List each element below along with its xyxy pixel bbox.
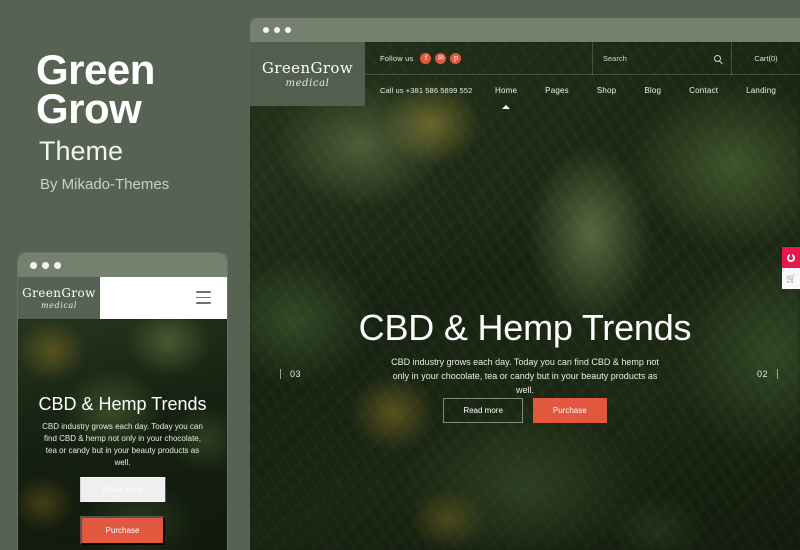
pinterest-icon[interactable]: p — [450, 52, 462, 64]
nav-item-pages[interactable]: Pages — [531, 86, 583, 95]
slider-next-indicator[interactable]: 02 — [757, 369, 778, 379]
mobile-title-bar — [18, 253, 227, 277]
mobile-viewport: CBD & Hemp Trends CBD industry grows eac… — [18, 319, 227, 550]
mobile-site-logo[interactable]: GreenGrow medical — [18, 277, 100, 319]
promo-subtitle: Theme — [39, 136, 124, 166]
cart-button[interactable]: Cart(0) — [732, 42, 800, 75]
target-glyph — [787, 252, 795, 262]
hero-title: CBD & Hemp Trends — [358, 307, 692, 348]
mobile-site-header: GreenGrow medical — [18, 277, 227, 319]
close-dot-icon[interactable] — [263, 27, 269, 33]
mobile-maximize-dot-icon[interactable] — [54, 262, 61, 269]
mobile-logo-main-text: GreenGrow — [22, 286, 96, 300]
promo-title-line1: Green — [36, 46, 155, 93]
twitter-icon[interactable]: ✉ — [435, 52, 447, 64]
logo-main-text: GreenGrow — [261, 59, 354, 77]
mobile-read-more-button[interactable]: Read more — [79, 477, 166, 502]
mobile-logo-sub-text: medical — [40, 301, 77, 310]
hero-overlay — [250, 42, 800, 550]
main-navigation: Home Pages Shop Blog Contact Landing — [481, 86, 790, 95]
nav-item-landing[interactable]: Landing — [732, 86, 790, 95]
mobile-window-controls[interactable] — [30, 262, 61, 269]
page-title: Green Grow — [36, 46, 246, 132]
target-icon[interactable] — [782, 247, 800, 268]
mobile-hero-description: CBD industry grows each day. Today you c… — [42, 422, 203, 467]
promo-title-line2: Grow — [36, 85, 142, 132]
read-more-button[interactable]: Read more — [443, 398, 523, 423]
search-icon[interactable] — [714, 55, 721, 62]
hero-actions: Read more Purchase — [250, 398, 800, 423]
mobile-close-dot-icon[interactable] — [30, 262, 37, 269]
window-controls[interactable] — [263, 27, 291, 33]
desktop-viewport: GreenGrow medical Follow us f ✉ p Search — [250, 42, 800, 550]
minimize-dot-icon[interactable] — [274, 27, 280, 33]
mobile-preview-window: GreenGrow medical CBD & Hemp Trends CBD … — [18, 253, 227, 550]
maximize-dot-icon[interactable] — [285, 27, 291, 33]
header-top-row: Follow us f ✉ p Search Cart(0) — [365, 42, 800, 75]
cart-glyph: 🛒 — [786, 273, 796, 283]
browser-title-bar — [250, 18, 800, 42]
purchase-button[interactable]: Purchase — [532, 398, 607, 423]
promo-byline: By Mikado-Themes — [40, 176, 170, 193]
nav-item-home[interactable]: Home — [481, 86, 531, 95]
mobile-purchase-button[interactable]: Purchase — [79, 516, 166, 545]
phone-number: Call us +381 586 5899 552 — [380, 86, 473, 95]
site-header: GreenGrow medical Follow us f ✉ p Search — [250, 42, 800, 106]
header-nav-row: Call us +381 586 5899 552 Home Pages Sho… — [365, 75, 800, 106]
slider-prev-indicator[interactable]: 03 — [280, 369, 301, 379]
nav-item-shop[interactable]: Shop — [583, 86, 630, 95]
cart-label: Cart(0) — [754, 54, 778, 63]
site-logo[interactable]: GreenGrow medical — [250, 42, 365, 106]
hamburger-menu-icon[interactable] — [196, 291, 211, 304]
cart-icon[interactable]: 🛒 — [782, 268, 800, 289]
search-placeholder: Search — [603, 54, 627, 63]
logo-sub-text: medical — [285, 78, 330, 89]
mobile-minimize-dot-icon[interactable] — [42, 262, 49, 269]
search-input[interactable]: Search — [592, 42, 732, 75]
floating-side-widgets: 🛒 — [782, 247, 800, 289]
follow-us-label: Follow us — [380, 53, 414, 63]
nav-item-contact[interactable]: Contact — [675, 86, 732, 95]
hero-description: CBD industry grows each day. Today you c… — [391, 357, 659, 395]
facebook-icon[interactable]: f — [420, 52, 432, 64]
mobile-hero-title: CBD & Hemp Trends — [38, 394, 207, 414]
nav-item-blog[interactable]: Blog — [630, 86, 675, 95]
social-links: f ✉ p — [420, 52, 462, 64]
screenshot-stage: Green Grow Theme By Mikado-Themes GreenG… — [0, 0, 800, 550]
desktop-browser-window: GreenGrow medical Follow us f ✉ p Search — [250, 18, 800, 550]
